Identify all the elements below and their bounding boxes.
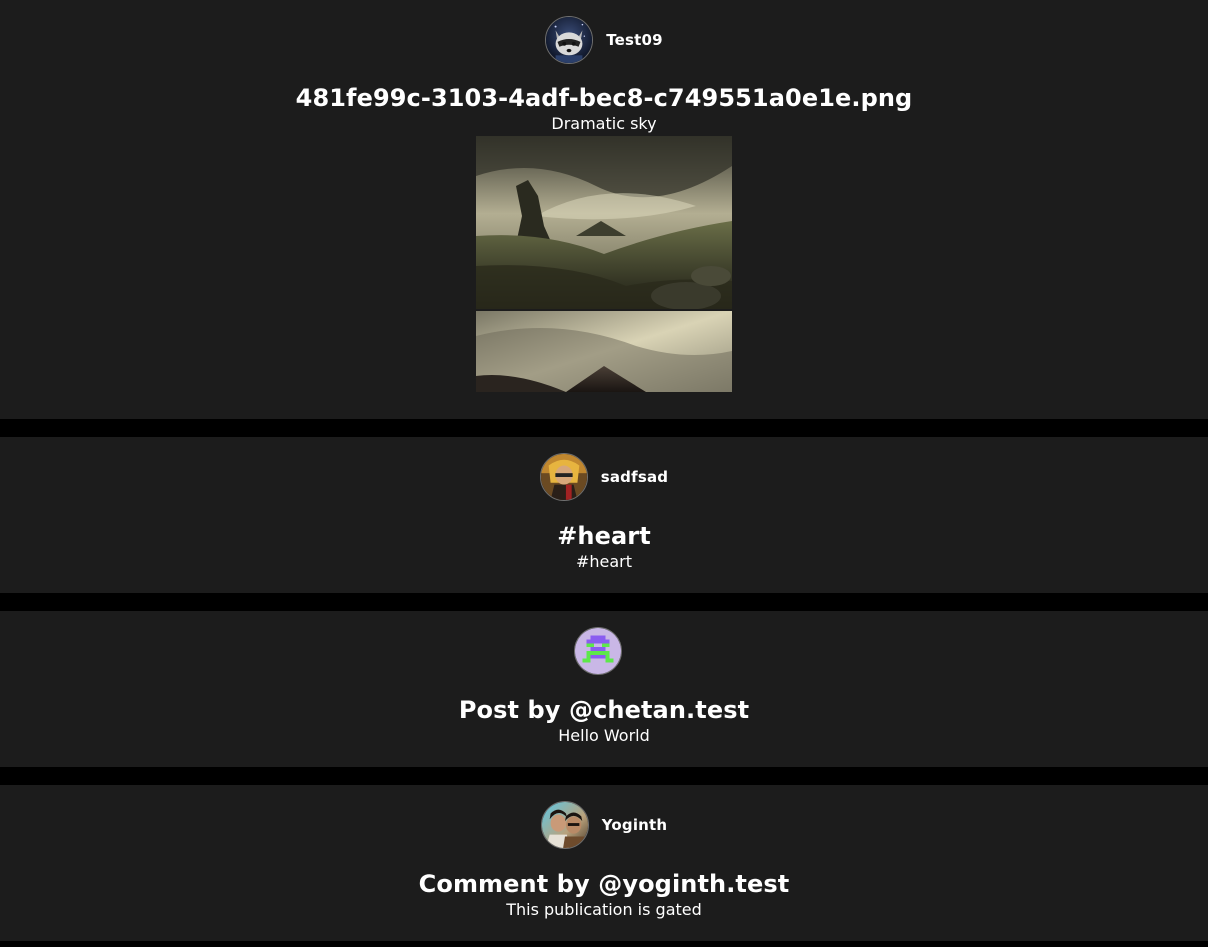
- portrait-avatar-icon[interactable]: [539, 453, 588, 501]
- post-content: #heart: [575, 552, 633, 571]
- post-content: Dramatic sky: [551, 114, 657, 133]
- author-username[interactable]: Test09: [606, 31, 663, 49]
- post-author[interactable]: Test09: [545, 16, 663, 64]
- dramatic-sky-landscape-image[interactable]: [476, 136, 732, 392]
- post-title: Post by @chetan.test: [458, 696, 750, 724]
- post-title: #heart: [557, 522, 651, 550]
- publication-card[interactable]: Test09 481fe99c-3103-4adf-bec8-c749551a0…: [0, 0, 1208, 419]
- publication-card[interactable]: sadfsad #heart #heart: [0, 437, 1208, 593]
- post-content: This publication is gated: [506, 900, 702, 919]
- post-author[interactable]: sadfsad: [539, 453, 669, 501]
- post-author[interactable]: [573, 627, 635, 675]
- post-title: Comment by @yoginth.test: [418, 870, 790, 898]
- publication-card[interactable]: Post by @chetan.test Hello World: [0, 611, 1208, 767]
- post-title: 481fe99c-3103-4adf-bec8-c749551a0e1e.png: [295, 84, 913, 112]
- post-content: Hello World: [558, 726, 650, 745]
- post-author[interactable]: Yoginth: [540, 801, 668, 849]
- publication-card[interactable]: Yoginth Comment by @yoginth.test This pu…: [0, 785, 1208, 941]
- publication-feed: Test09 481fe99c-3103-4adf-bec8-c749551a0…: [0, 0, 1208, 941]
- pixel-robot-avatar-icon[interactable]: [573, 627, 622, 675]
- author-username[interactable]: sadfsad: [601, 468, 669, 486]
- author-username[interactable]: Yoginth: [602, 816, 668, 834]
- raccoon-avatar-icon[interactable]: [545, 16, 594, 64]
- photo-avatar-icon[interactable]: [540, 801, 589, 849]
